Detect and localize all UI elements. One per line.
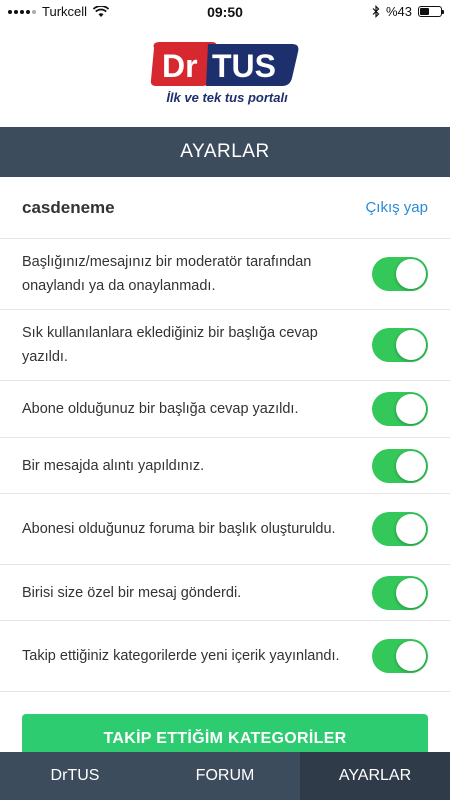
username: casdeneme — [22, 197, 115, 217]
logo-dr: Dr — [162, 48, 198, 84]
setting-row-moderation: Başlığınız/mesajınız bir moderatör taraf… — [0, 239, 450, 310]
setting-row-subscribed-forum: Abonesi olduğunuz foruma bir başlık oluş… — [0, 494, 450, 565]
private-message-toggle[interactable] — [372, 575, 428, 610]
moderation-toggle[interactable] — [372, 257, 428, 291]
status-right: %43 — [372, 4, 444, 19]
tab-forum[interactable]: FORUM — [150, 752, 300, 800]
account-row: casdeneme Çıkış yap — [0, 177, 450, 239]
logo-slogan: İlk ve tek tus portalı — [166, 90, 288, 105]
setting-label: Bir mesajda alıntı yapıldınız. — [22, 457, 205, 474]
quoted-toggle[interactable] — [372, 448, 428, 483]
page-title: AYARLAR — [180, 141, 270, 162]
subscribed-forum-toggle[interactable] — [372, 512, 428, 546]
setting-label: Başlığınız/mesajınız bir moderatör taraf… — [22, 254, 312, 294]
battery-percent: %43 — [385, 4, 412, 19]
subscribed-topic-toggle[interactable] — [372, 392, 428, 426]
followed-categories-toggle[interactable] — [372, 639, 428, 673]
tab-settings[interactable]: AYARLAR — [300, 752, 450, 800]
bluetooth-icon — [372, 5, 380, 18]
setting-label: Takip ettiğiniz kategorilerde yeni içeri… — [22, 648, 340, 664]
setting-label: Birisi size özel bir mesaj gönderdi. — [22, 584, 242, 601]
drtus-logo: Dr TUS — [150, 42, 299, 86]
favorites-toggle[interactable] — [372, 328, 428, 362]
setting-label: Abone olduğunuz bir başlığa cevap yazıld… — [22, 401, 299, 417]
setting-row-subscribed-topic: Abone olduğunuz bir başlığa cevap yazıld… — [0, 381, 450, 438]
setting-label: Sık kullanılanlara eklediğiniz bir başlı… — [22, 325, 318, 365]
setting-row-followed-categories: Takip ettiğiniz kategorilerde yeni içeri… — [0, 621, 450, 692]
logout-link[interactable]: Çıkış yap — [365, 199, 428, 216]
status-bar: Turkcell 09:50 %43 — [0, 0, 450, 24]
notification-settings-list: Başlığınız/mesajınız bir moderatör taraf… — [0, 239, 450, 692]
battery-icon — [418, 6, 444, 17]
logo-tus: TUS — [212, 48, 276, 84]
setting-row-private-message: Birisi size özel bir mesaj gönderdi. — [0, 565, 450, 621]
setting-row-quoted: Bir mesajda alıntı yapıldınız. — [0, 438, 450, 494]
setting-label: Abonesi olduğunuz foruma bir başlık oluş… — [22, 521, 336, 537]
logo-area: Dr TUS İlk ve tek tus portalı — [0, 24, 450, 127]
setting-row-favorites: Sık kullanılanlara eklediğiniz bir başlı… — [0, 310, 450, 381]
tab-drtus[interactable]: DrTUS — [0, 752, 150, 800]
bottom-tab-bar: DrTUS FORUM AYARLAR — [0, 752, 450, 800]
page-title-bar: AYARLAR — [0, 127, 450, 177]
